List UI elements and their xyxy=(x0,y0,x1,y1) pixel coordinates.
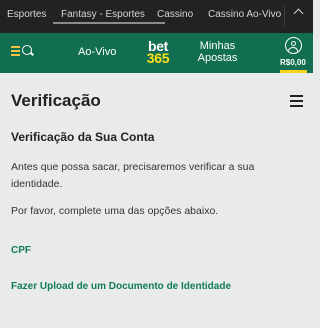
divider xyxy=(284,6,285,26)
bet365-logo[interactable]: bet 365 xyxy=(143,39,173,65)
active-tab-indicator xyxy=(53,22,165,24)
cpf-option-link[interactable]: CPF xyxy=(11,245,31,256)
tab-cassino-ao-vivo[interactable]: Cassino Ao-Vivo xyxy=(208,9,281,20)
chevron-up-icon[interactable] xyxy=(293,8,304,19)
tab-cassino[interactable]: Cassino xyxy=(157,9,193,20)
hamburger-menu-icon[interactable] xyxy=(290,95,303,107)
upload-document-link[interactable]: Fazer Upload de um Documento de Identida… xyxy=(11,281,231,292)
tab-fantasy-esportes[interactable]: Fantasy - Esportes xyxy=(61,9,145,20)
search-icon[interactable] xyxy=(22,45,32,55)
account-balance[interactable]: R$0,00 xyxy=(280,58,306,67)
nav-ao-vivo[interactable]: Ao-Vivo xyxy=(78,46,116,58)
page-title: Verificação xyxy=(11,91,101,110)
verification-instructions-text: Por favor, complete uma das opções abaix… xyxy=(11,205,219,217)
section-title: Verificação da Sua Conta xyxy=(11,130,155,144)
nav-minhas-apostas[interactable]: Minhas Apostas xyxy=(196,40,239,64)
account-button[interactable] xyxy=(279,37,309,73)
user-icon xyxy=(285,37,302,54)
site-header: Ao-Vivo bet 365 Minhas Apostas xyxy=(0,33,313,73)
category-nav: Esportes Fantasy - Esportes Cassino Cass… xyxy=(0,0,313,33)
tab-esportes[interactable]: Esportes xyxy=(7,9,46,20)
balance-indicator xyxy=(280,70,307,73)
verification-intro-text: Antes que possa sacar, precisaremos veri… xyxy=(11,161,255,190)
